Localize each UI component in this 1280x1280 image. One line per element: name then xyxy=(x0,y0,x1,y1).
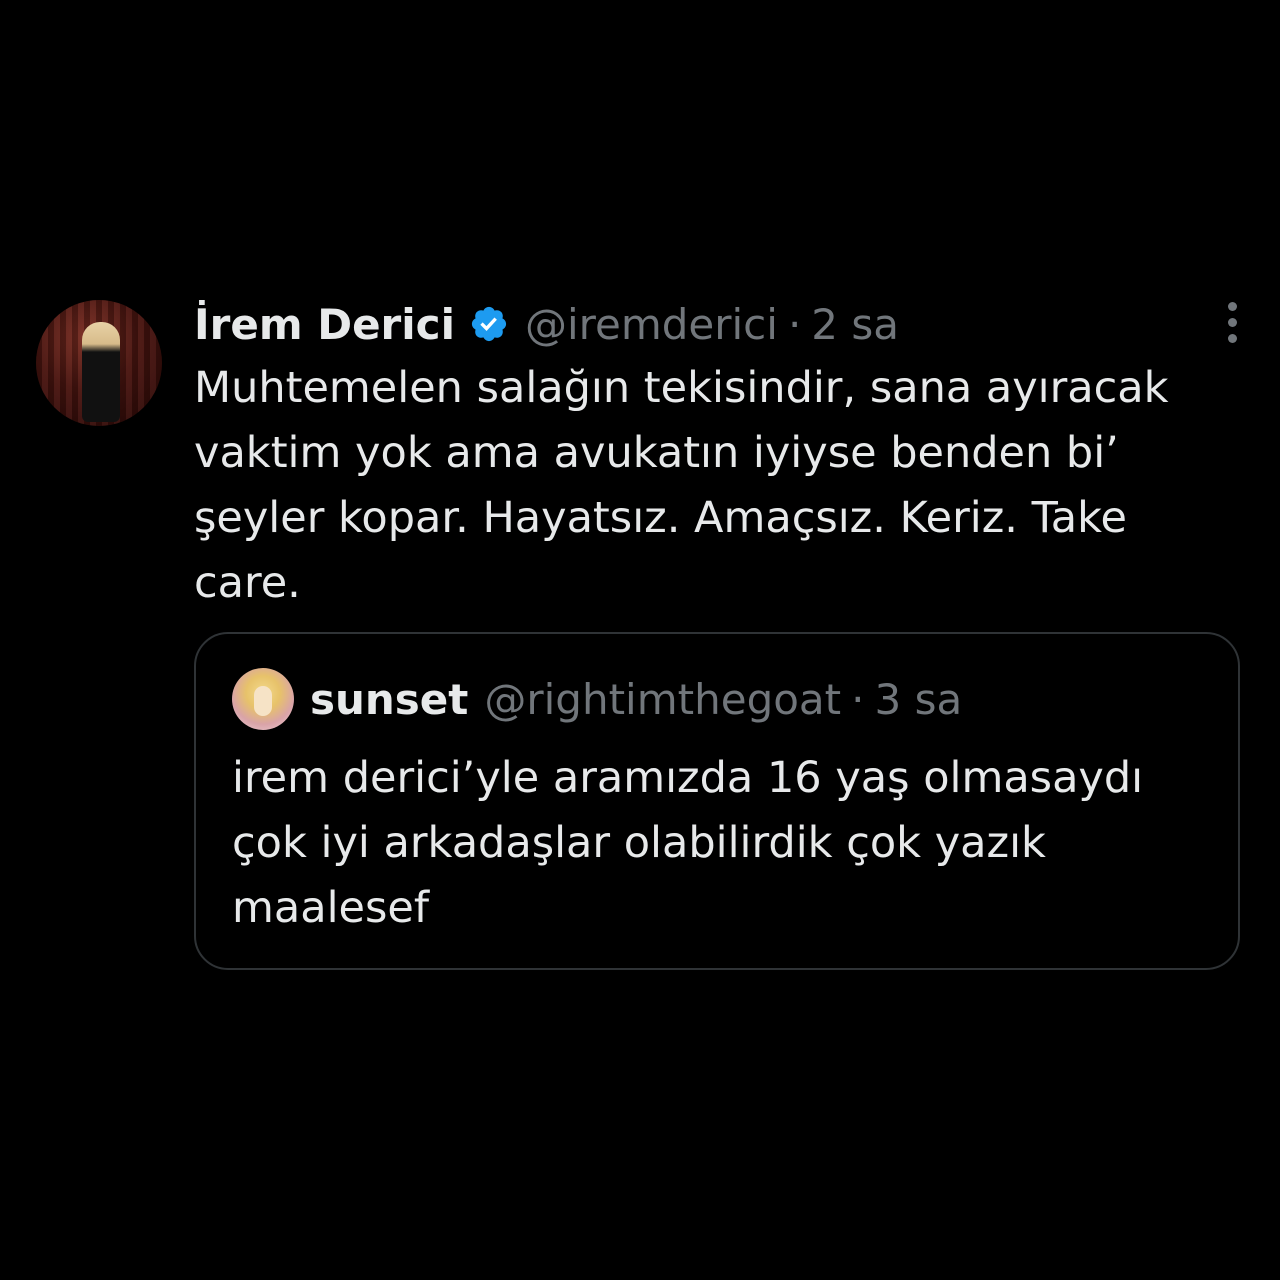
quoted-separator-dot: · xyxy=(851,674,865,724)
separator-dot: · xyxy=(787,299,802,349)
tweet-content: İrem Derici @iremderici · 2 sa Muhtemele… xyxy=(194,296,1244,616)
tweet-header: İrem Derici @iremderici · 2 sa xyxy=(194,296,1244,352)
quoted-timestamp[interactable]: 3 sa xyxy=(875,675,963,724)
verified-badge-icon xyxy=(471,306,507,342)
handle[interactable]: @iremderici xyxy=(525,300,778,349)
avatar[interactable] xyxy=(36,300,162,426)
quoted-handle[interactable]: @rightimthegoat xyxy=(484,675,841,724)
timestamp[interactable]: 2 sa xyxy=(811,300,899,349)
avatar-figure xyxy=(82,322,120,422)
quoted-display-name[interactable]: sunset xyxy=(310,675,468,724)
quoted-avatar[interactable] xyxy=(232,668,294,730)
quoted-tweet-text: irem derici’yle aramızda 16 yaş olmasayd… xyxy=(232,753,1144,933)
display-name[interactable]: İrem Derici xyxy=(194,300,455,349)
quoted-tweet[interactable]: sunset @rightimthegoat · 3 sa irem deric… xyxy=(194,632,1240,970)
more-options-icon[interactable] xyxy=(1224,302,1240,348)
tweet-text: Muhtemelen salağın tekisindir, sana ayır… xyxy=(194,363,1169,608)
quoted-tweet-header: sunset @rightimthegoat · 3 sa xyxy=(232,668,962,730)
